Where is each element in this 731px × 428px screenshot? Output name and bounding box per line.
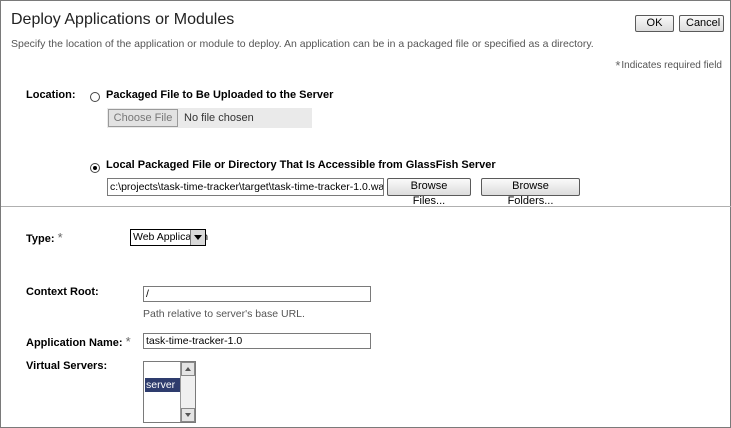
context-root-hint: Path relative to server's base URL. (143, 308, 305, 320)
page-subtitle: Specify the location of the application … (11, 38, 594, 50)
ok-button[interactable]: OK (635, 15, 674, 32)
application-name-label: Application Name: * (26, 334, 131, 349)
section-divider (1, 206, 731, 207)
application-name-required-marker: * (125, 334, 131, 349)
context-root-input[interactable]: / (143, 286, 371, 302)
page-title: Deploy Applications or Modules (11, 11, 235, 28)
radio-upload-file[interactable] (90, 92, 100, 102)
choose-file-button[interactable]: Choose File (108, 109, 178, 127)
context-root-label: Context Root: (26, 286, 99, 298)
virtual-servers-listbox[interactable]: server (143, 361, 196, 423)
type-required-marker: * (57, 230, 63, 245)
virtual-servers-label: Virtual Servers: (26, 360, 108, 372)
type-label: Type: * (26, 230, 63, 245)
chevron-down-icon[interactable] (190, 230, 205, 245)
application-name-input[interactable]: task-time-tracker-1.0 (143, 333, 371, 349)
local-option-label: Local Packaged File or Directory That Is… (106, 159, 496, 171)
type-label-text: Type: (26, 233, 55, 245)
required-marker: * (615, 58, 621, 73)
scroll-up-icon[interactable] (181, 362, 195, 376)
local-path-input[interactable]: c:\projects\task-time-tracker\target\tas… (107, 178, 384, 196)
radio-local-file[interactable] (90, 163, 100, 173)
listbox-scrollbar[interactable] (180, 362, 195, 422)
upload-option-label: Packaged File to Be Uploaded to the Serv… (106, 89, 334, 101)
browse-files-button[interactable]: Browse Files... (387, 178, 471, 207)
list-item[interactable]: server (145, 378, 180, 392)
type-select[interactable]: Web Application (130, 229, 208, 246)
required-note-text: Indicates required field (621, 60, 722, 71)
cancel-button[interactable]: Cancel (679, 15, 724, 32)
location-label: Location: (26, 89, 76, 101)
required-field-note: *Indicates required field (615, 58, 722, 73)
browse-folders-button[interactable]: Browse Folders... (481, 178, 580, 207)
deploy-dialog: Deploy Applications or Modules Specify t… (0, 0, 731, 428)
application-name-label-text: Application Name: (26, 337, 123, 349)
no-file-chosen-text: No file chosen (184, 112, 254, 124)
scroll-down-icon[interactable] (181, 408, 195, 422)
